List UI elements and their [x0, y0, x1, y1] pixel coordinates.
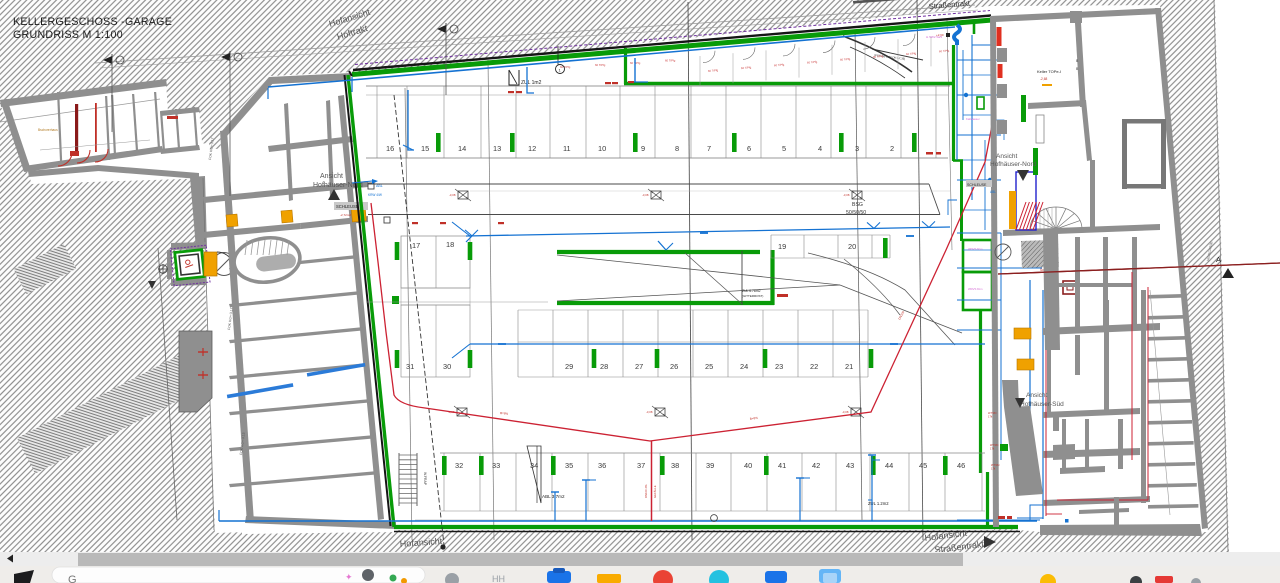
svg-text:G: G — [68, 574, 77, 583]
svg-text:14: 14 — [458, 144, 466, 153]
svg-text:12: 12 — [528, 144, 536, 153]
svg-text:W.FRAP: W.FRAP — [423, 472, 427, 486]
svg-text:7: 7 — [707, 144, 711, 153]
svg-text:17k: 17k — [988, 414, 993, 418]
svg-text:44: 44 — [885, 461, 893, 470]
svg-text:16: 16 — [386, 144, 394, 153]
svg-text:-2,72m2: -2,72m2 — [340, 213, 351, 217]
svg-text:A: A — [1216, 255, 1221, 264]
svg-text:B=8%: B=8% — [500, 411, 509, 416]
svg-text:Hofhäuser-Nord: Hofhäuser-Nord — [990, 161, 1037, 168]
svg-text:50/50/50: 50/50/50 — [846, 210, 866, 216]
svg-text:-2,68: -2,68 — [1040, 77, 1047, 81]
svg-text:36: 36 — [598, 461, 606, 470]
svg-text:15: 15 — [421, 144, 429, 153]
svg-text:11: 11 — [563, 144, 571, 153]
svg-text:24: 24 — [740, 362, 748, 371]
svg-text:39: 39 — [706, 461, 714, 470]
svg-text:40: 40 — [744, 461, 752, 470]
svg-text:17: 17 — [412, 241, 420, 250]
svg-text:19: 19 — [778, 242, 786, 251]
svg-text:20: 20 — [848, 242, 856, 251]
svg-text:32: 32 — [455, 461, 463, 470]
svg-text:41: 41 — [778, 461, 786, 470]
svg-text:23: 23 — [775, 362, 783, 371]
svg-text:ABL: ABL — [376, 184, 383, 188]
svg-text:-3,08: -3,08 — [642, 193, 649, 197]
svg-text:Ansicht: Ansicht — [320, 173, 343, 180]
svg-text:H.SW2 5a/5: H.SW2 5a/5 — [926, 35, 943, 39]
svg-text:W.TRN: W.TRN — [990, 443, 998, 447]
svg-text:-3,08: -3,08 — [646, 410, 653, 414]
svg-text:22: 22 — [810, 362, 818, 371]
svg-text:25: 25 — [705, 362, 713, 371]
svg-text:4: 4 — [818, 144, 822, 153]
svg-text:29: 29 — [565, 362, 573, 371]
svg-text:10: 10 — [598, 144, 606, 153]
svg-text:Ansicht: Ansicht — [996, 153, 1018, 160]
svg-text:GEFÄLLE: GEFÄLLE — [653, 485, 657, 498]
svg-text:37: 37 — [637, 461, 645, 470]
svg-text:Keller TOPe-I: Keller TOPe-I — [1037, 69, 1061, 74]
svg-text:60 TiPfg: 60 TiPfg — [595, 63, 606, 67]
svg-text:DN100 2%: DN100 2% — [644, 484, 648, 498]
svg-text:30: 30 — [443, 362, 451, 371]
svg-text:33: 33 — [492, 461, 500, 470]
svg-text:ZUL 1m2: ZUL 1m2 — [521, 80, 542, 86]
svg-text:17k: 17k — [991, 466, 996, 470]
svg-text:60 TiPfg: 60 TiPfg — [665, 59, 676, 63]
svg-text:WDVS 8cm: WDVS 8cm — [968, 287, 983, 291]
svg-text:5: 5 — [782, 144, 786, 153]
svg-text:Hofhäuser-Süd: Hofhäuser-Süd — [1020, 401, 1064, 408]
svg-text:17k: 17k — [990, 446, 995, 450]
svg-text:ABL 3.7m2: ABL 3.7m2 — [542, 494, 565, 499]
svg-text:38: 38 — [671, 461, 679, 470]
svg-text:9: 9 — [641, 144, 645, 153]
svg-text:6: 6 — [747, 144, 751, 153]
svg-text:46: 46 — [957, 461, 965, 470]
svg-text:42: 42 — [812, 461, 820, 470]
svg-text:KRW 4/W: KRW 4/W — [368, 193, 382, 197]
svg-text:43: 43 — [846, 461, 854, 470]
svg-text:GRUNDRISS M 1:100: GRUNDRISS M 1:100 — [13, 29, 123, 41]
svg-text:KELLERGESCHOSS -GARAGE: KELLERGESCHOSS -GARAGE — [13, 16, 172, 28]
svg-text:27: 27 — [635, 362, 643, 371]
svg-text:3: 3 — [855, 144, 859, 153]
svg-text:-3,08: -3,08 — [843, 193, 850, 197]
svg-text:18: 18 — [446, 240, 454, 249]
svg-text:ZUL 6.78m2: ZUL 6.78m2 — [742, 289, 761, 293]
svg-text:-3,08: -3,08 — [449, 193, 456, 197]
svg-text:WDVS 8cm: WDVS 8cm — [968, 247, 983, 251]
svg-text:60 TiPfg: 60 TiPfg — [560, 65, 571, 69]
svg-text:13: 13 — [493, 144, 501, 153]
svg-text:35: 35 — [565, 461, 573, 470]
svg-text:Bschorerhaus: Bschorerhaus — [38, 128, 58, 132]
svg-text:HH: HH — [492, 574, 505, 583]
svg-text:✦: ✦ — [345, 572, 353, 582]
svg-text:26: 26 — [670, 362, 678, 371]
svg-text:BSG: BSG — [852, 202, 863, 208]
svg-text:(GITTERROST): (GITTERROST) — [742, 294, 763, 298]
svg-text:SCHLEUSE: SCHLEUSE — [336, 204, 359, 209]
svg-text:8: 8 — [675, 144, 679, 153]
svg-text:28: 28 — [600, 362, 608, 371]
svg-text:ABL: ABL — [990, 190, 996, 194]
svg-text:31: 31 — [406, 362, 414, 371]
svg-text:-3,08: -3,08 — [842, 410, 849, 414]
svg-text:Ansicht: Ansicht — [1026, 392, 1048, 399]
svg-text:Kaltwasser: Kaltwasser — [966, 117, 980, 121]
svg-text:W.TRN: W.TRN — [991, 463, 999, 467]
svg-text:W.TRN: W.TRN — [988, 411, 996, 415]
svg-text:SCHLEUSE: SCHLEUSE — [967, 183, 987, 187]
svg-text:45: 45 — [919, 461, 927, 470]
svg-text:21: 21 — [845, 362, 853, 371]
svg-text:2: 2 — [890, 144, 894, 153]
svg-text:ZUL 1.2m2: ZUL 1.2m2 — [868, 501, 889, 506]
